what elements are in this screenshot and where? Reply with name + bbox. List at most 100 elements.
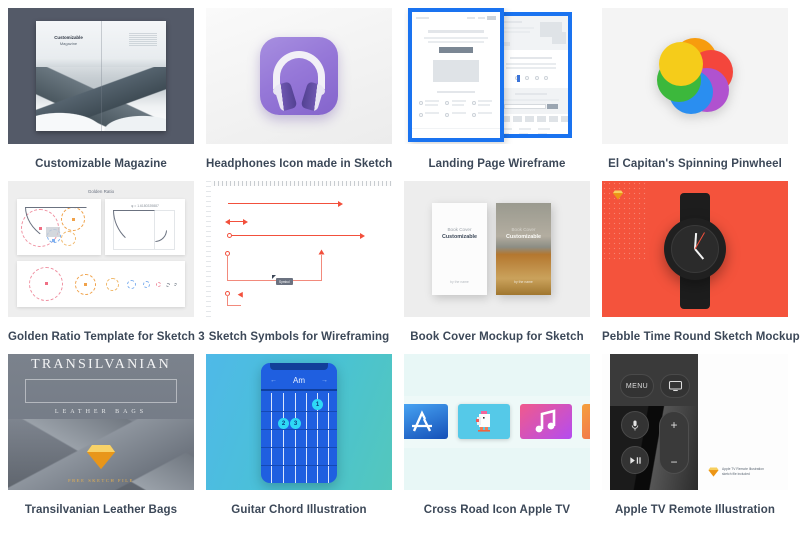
asset-caption: Golden Ratio Template for Sketch 3 — [8, 331, 205, 343]
asset-caption: Headphones Icon made in Sketch — [206, 158, 393, 170]
asset-card-landing-page-wireframe[interactable]: Landing Page Wireframe — [404, 8, 590, 171]
asset-card-sketch-symbols[interactable]: Symbol Sketch Symbols for Wireframing — [206, 181, 392, 344]
magazine-mountain-photo — [36, 67, 166, 131]
guitar-fret-2 — [261, 429, 337, 430]
asset-thumbnail[interactable]: Book Cover Customizable by the name Book… — [404, 181, 590, 317]
arrow-head-2-right — [243, 218, 248, 225]
remote-credit-text: Apple TV Remote Illustration sketch file… — [722, 467, 764, 476]
asset-thumbnail[interactable] — [602, 181, 788, 317]
asset-caption: Book Cover Mockup for Sketch — [410, 331, 584, 343]
magazine-title-text: Customizable — [54, 35, 83, 40]
golden-ratio-panel-spiral: φ = 1.6180339887 — [105, 199, 185, 255]
asset-thumbnail[interactable]: Customizable Magazine — [8, 8, 194, 144]
guitar-fret-4 — [261, 465, 337, 466]
finger-marker-3: 3 — [290, 418, 301, 429]
book-right-footer: by the name — [514, 279, 533, 284]
asset-thumbnail[interactable]: Golden Ratio φ = 1.6180339887 — [8, 181, 194, 317]
asset-card-golden-ratio-template[interactable]: Golden Ratio φ = 1.6180339887 Golden Rat… — [8, 181, 205, 344]
asset-card-apple-tv-remote[interactable]: MENU + − Apple TV Remote Illustration sk… — [602, 354, 788, 517]
wireframe-front-content — [412, 12, 500, 138]
asset-grid: Customizable Magazine Customizable Magaz… — [0, 0, 808, 525]
remote-playpause-button — [621, 446, 649, 474]
sketch-diamond-icon — [87, 445, 115, 469]
sketch-diamond-icon — [708, 467, 719, 477]
book-right-eyebrow: Book Cover — [511, 227, 536, 232]
finger-marker-1: 1 — [312, 399, 323, 410]
book-right-title: Customizable — [505, 234, 542, 240]
asset-card-headphones-icon[interactable]: Headphones Icon made in Sketch — [206, 8, 392, 171]
chevron-right-icon[interactable]: → — [321, 377, 328, 384]
chicken-icon — [476, 410, 490, 432]
asset-card-cross-road-icon[interactable]: Cross Road Icon Apple TV — [404, 354, 590, 517]
asset-card-el-capitan-pinwheel[interactable]: El Capitan's Spinning Pinwheel — [602, 8, 788, 171]
microphone-icon — [631, 420, 639, 430]
remote-menu-button: MENU — [620, 374, 654, 398]
app-store-icon — [412, 410, 432, 432]
dot-pattern — [602, 181, 648, 261]
asset-caption: Cross Road Icon Apple TV — [423, 504, 571, 516]
headphones-icon — [260, 37, 338, 115]
asset-caption: Guitar Chord Illustration — [231, 504, 367, 516]
book-left-eyebrow: Book Cover — [447, 227, 472, 232]
asset-thumbnail[interactable]: TRANSILVANIAN LEATHER BAGS FREE SKETCH F… — [8, 354, 194, 490]
asset-card-guitar-chord-illustration[interactable]: ← Am → 1 2 3 Guitar Chord Illustration — [206, 354, 392, 517]
asset-card-book-cover-mockup[interactable]: Book Cover Customizable by the name Book… — [404, 181, 590, 344]
wireframe-page-front — [408, 8, 504, 142]
chord-header: ← Am → — [261, 370, 337, 391]
book-left-title: Customizable — [441, 234, 478, 240]
magazine-spread-image: Customizable Magazine — [36, 21, 166, 131]
asset-card-transilvanian-leather-bags[interactable]: TRANSILVANIAN LEATHER BAGS FREE SKETCH F… — [8, 354, 194, 517]
guitar-string-3 — [295, 393, 297, 483]
magazine-cover-title: Customizable Magazine — [44, 35, 93, 47]
horizontal-ruler — [206, 181, 392, 186]
golden-ratio-panel-label: Golden Ratio — [87, 189, 115, 194]
guitar-string-6 — [328, 393, 330, 483]
asset-thumbnail[interactable] — [404, 354, 590, 490]
poster-footer: FREE SKETCH FILE — [68, 478, 134, 483]
arrow-line-1 — [228, 203, 340, 205]
asset-caption: El Capitan's Spinning Pinwheel — [608, 158, 782, 170]
sketch-diamond-icon — [613, 190, 623, 200]
chord-phone-frame: ← Am → 1 2 3 — [261, 363, 337, 483]
asset-card-pebble-time-round[interactable]: Pebble Time Round Sketch Mockup — [602, 181, 800, 344]
app-tile-crossy-road — [458, 404, 510, 439]
asset-thumbnail[interactable]: MENU + − Apple TV Remote Illustration sk… — [602, 354, 788, 490]
arrow-head-2-left — [225, 218, 230, 225]
asset-thumbnail[interactable]: Symbol — [206, 181, 392, 317]
golden-ratio-panel-sequence — [17, 261, 185, 307]
asset-caption: Customizable Magazine — [35, 158, 167, 170]
poster-title: TRANSILVANIAN — [31, 357, 171, 372]
book-cover-left: Book Cover Customizable by the name — [432, 203, 487, 295]
app-tile-app-store — [404, 404, 448, 439]
apple-tv-remote-body: MENU + − — [610, 354, 698, 490]
asset-caption: Landing Page Wireframe — [428, 158, 566, 170]
app-tile-music — [520, 404, 572, 439]
phone-notch — [270, 363, 328, 370]
guitar-fret-3 — [261, 447, 337, 448]
curve-path — [227, 295, 241, 306]
asset-caption: Pebble Time Round Sketch Mockup — [602, 331, 800, 343]
magazine-text-block — [129, 33, 157, 47]
music-note-icon — [535, 409, 556, 433]
spinning-pinwheel-icon — [657, 38, 733, 114]
golden-ratio-equation: φ = 1.6180339887 — [131, 204, 159, 208]
asset-thumbnail[interactable] — [404, 8, 590, 144]
arrow-line-3 — [232, 235, 362, 237]
book-cover-right: Book Cover Customizable by the name — [496, 203, 551, 295]
guitar-string-1 — [271, 393, 273, 483]
asset-card-customizable-magazine[interactable]: Customizable Magazine Customizable Magaz… — [8, 8, 194, 171]
asset-thumbnail[interactable] — [206, 8, 392, 144]
watch-face — [671, 225, 719, 273]
asset-thumbnail[interactable]: ← Am → 1 2 3 — [206, 354, 392, 490]
symbol-tooltip-tag: Symbol — [276, 278, 293, 285]
asset-thumbnail[interactable] — [602, 8, 788, 144]
credit-line-2: sketch file included — [722, 472, 750, 476]
app-tile-extra — [582, 404, 590, 439]
remote-credit-block: Apple TV Remote Illustration sketch file… — [708, 467, 784, 477]
poster-title-frame — [25, 379, 177, 403]
watch-hour-hand — [694, 248, 705, 260]
golden-ratio-panel-circles — [17, 199, 101, 255]
finger-marker-2: 2 — [278, 418, 289, 429]
remote-mic-button — [621, 411, 649, 439]
poster-subtitle: LEATHER BAGS — [54, 409, 148, 415]
